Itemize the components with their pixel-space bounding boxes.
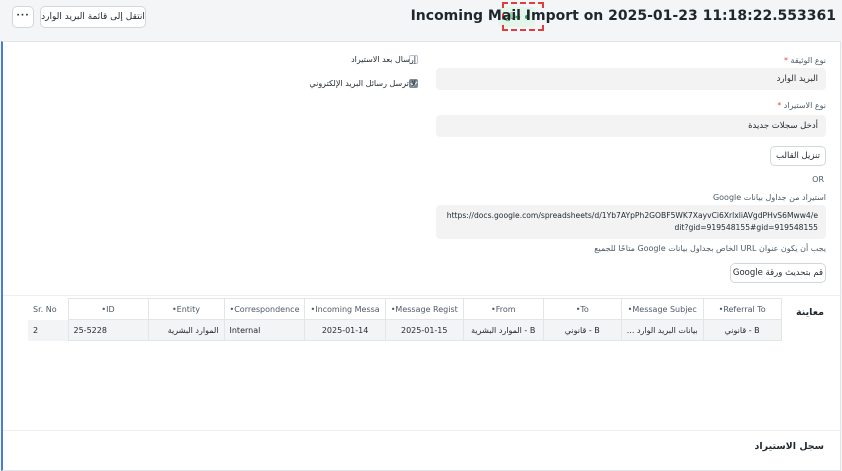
- divider: [3, 295, 841, 296]
- gsheets-label: استيراد من جداول بيانات Google: [712, 193, 826, 202]
- col-header-to[interactable]: •To: [542, 298, 622, 320]
- cell-id: 25-5228: [67, 319, 149, 341]
- no-email-label: لا ترسل رسائل البريد الإلكتروني: [309, 79, 416, 88]
- table-header-row: Sr. No •ID •Entity •Correspondence •Inco…: [28, 298, 782, 320]
- col-header-id[interactable]: •ID: [67, 298, 149, 320]
- back-to-list-button[interactable]: انتقل إلى قائمة البريد الوارد: [40, 6, 146, 28]
- import-type-label: نوع الاستيراد *: [777, 101, 826, 110]
- col-header-incoming[interactable]: •Incoming Messa: [304, 298, 386, 320]
- col-header-from[interactable]: •From: [462, 298, 544, 320]
- preview-table: Sr. No •ID •Entity •Correspondence •Inco…: [28, 298, 782, 341]
- download-template-button[interactable]: تنزيل القالب: [770, 146, 826, 166]
- more-actions-button[interactable]: ···: [12, 6, 34, 28]
- cell-entity: الموارد البشرية: [147, 319, 225, 341]
- cell-from: B - الموارد البشرية: [462, 319, 544, 341]
- cell-to: B - قانوني: [542, 319, 622, 341]
- send-after-import-label: إرسال بعد الاستيراد: [351, 55, 416, 64]
- cell-incoming: 2025-01-14: [304, 319, 386, 341]
- gsheets-url-field[interactable]: https://docs.google.com/spreadsheets/d/1…: [436, 205, 826, 239]
- log-section-title: سجل الاستيراد: [754, 441, 824, 452]
- col-header-register[interactable]: •Message Regist: [384, 298, 464, 320]
- doctype-label: نوع الوثيقة *: [784, 56, 826, 65]
- cell-register: 2025-01-15: [384, 319, 464, 341]
- refresh-sheet-button[interactable]: قم بتحديث ورقة Google: [730, 263, 826, 283]
- gsheets-hint: يجب أن يكون عنوان URL الخاص بجداول بيانا…: [594, 244, 826, 253]
- table-row: 2 25-5228 الموارد البشرية Internal 2025-…: [28, 319, 782, 341]
- col-header-entity[interactable]: •Entity: [147, 298, 225, 320]
- preview-section-title: معاينة: [795, 307, 824, 318]
- page-header: ··· انتقل إلى قائمة البريد الوارد نجاح I…: [0, 0, 842, 36]
- cell-sr: 2: [28, 319, 68, 341]
- col-header-sr: Sr. No: [28, 298, 68, 320]
- doctype-field[interactable]: البريد الوارد: [436, 68, 826, 90]
- col-header-subject[interactable]: •Message Subjec: [620, 298, 704, 320]
- col-header-referral[interactable]: •Referral To: [702, 298, 782, 320]
- or-label: OR: [812, 175, 824, 184]
- col-header-correspondence[interactable]: •Correspondence: [223, 298, 306, 320]
- form-card: نوع الوثيقة * البريد الوارد نوع الاستيرا…: [1, 41, 841, 471]
- cell-subject: بيانات البريد الوارد ...: [620, 319, 704, 341]
- page-title: Incoming Mail Import on 2025-01-23 11:18…: [410, 8, 836, 24]
- divider: [3, 430, 841, 431]
- cell-referral: B - قانوني: [702, 319, 782, 341]
- cell-correspondence: Internal: [223, 319, 306, 341]
- import-type-field[interactable]: أدخل سجلات جديدة: [436, 115, 826, 137]
